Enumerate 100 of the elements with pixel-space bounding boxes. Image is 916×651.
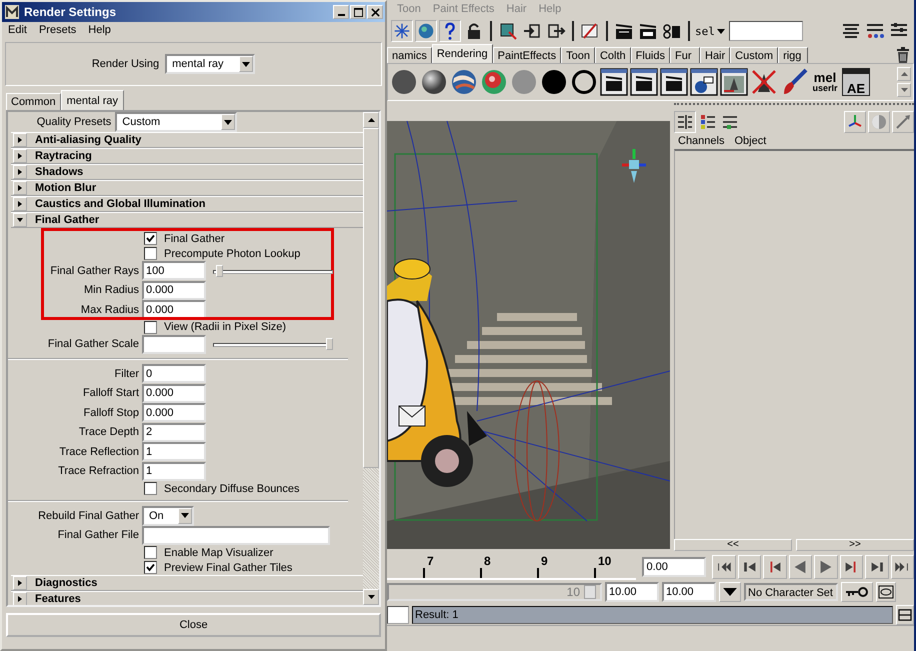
shelf-tab[interactable]: Colth [594, 47, 631, 63]
number-field[interactable]: 0.000 [142, 300, 206, 320]
pin-icon[interactable] [892, 111, 914, 133]
quality-presets-dropdown[interactable]: Custom [115, 112, 238, 132]
expand-toggle[interactable] [13, 213, 27, 227]
shelf-tab[interactable]: PaintEffects [492, 47, 562, 63]
solid-disc-icon[interactable] [540, 68, 568, 96]
section-header[interactable]: Anti-aliasing Quality [11, 132, 363, 148]
shelf-tab[interactable]: Fur [670, 47, 700, 63]
close-button[interactable] [367, 5, 383, 19]
playback-button[interactable] [712, 555, 736, 579]
expand-toggle[interactable] [13, 133, 27, 147]
shelf-scroll-down-button[interactable] [897, 83, 911, 97]
number-field[interactable]: 1 [142, 442, 206, 462]
shelf-tab[interactable]: rigg [778, 47, 808, 63]
trash-icon[interactable] [896, 47, 910, 63]
shelf-tab[interactable]: Rendering [432, 44, 493, 63]
number-field[interactable]: 0.000 [142, 403, 206, 422]
start-time-field[interactable]: 10.00 [605, 582, 659, 602]
shelf-tab[interactable]: Fluids [630, 47, 670, 63]
number-field[interactable]: 0.000 [142, 384, 206, 403]
light-window-icon[interactable] [690, 68, 718, 96]
expand-toggle[interactable] [13, 592, 27, 605]
number-field[interactable]: 100 [142, 261, 206, 280]
expand-toggle[interactable] [13, 149, 27, 163]
checkbox[interactable] [144, 546, 157, 559]
menu-item[interactable]: Channels [678, 135, 724, 147]
playback-button[interactable] [890, 555, 914, 579]
shelf-tab[interactable]: Hair [700, 47, 730, 63]
ring-icon[interactable] [570, 68, 598, 96]
striped-sphere-icon[interactable] [450, 68, 478, 96]
maximize-button[interactable] [350, 5, 366, 19]
shelf-script-button[interactable]: mel userIr [810, 71, 840, 93]
expand-toggle[interactable] [13, 576, 27, 590]
number-field[interactable]: 0 [142, 364, 206, 384]
section-header[interactable]: Caustics and Global Illumination [11, 196, 363, 212]
shelf-script-button[interactable]: AE [842, 68, 870, 96]
command-line-field[interactable] [387, 606, 409, 624]
menu-item[interactable]: Edit [8, 24, 27, 38]
playback-button[interactable] [814, 555, 838, 579]
section-header[interactable]: Shadows [11, 164, 363, 180]
checkbox[interactable] [144, 482, 157, 495]
sphere-icon[interactable] [390, 68, 418, 96]
sparkle-icon[interactable] [391, 20, 413, 42]
range-handle[interactable] [584, 585, 596, 599]
selection-field[interactable] [728, 21, 803, 41]
tab[interactable]: mental ray [60, 90, 124, 110]
current-time-field[interactable]: 0.00 [642, 557, 706, 577]
auto-key-button[interactable] [840, 582, 873, 602]
scroll-button[interactable]: << [674, 539, 792, 551]
file-field[interactable] [142, 526, 330, 545]
character-set-menu[interactable]: No Character Set [744, 583, 838, 601]
minimize-button[interactable] [333, 5, 349, 19]
help-icon[interactable] [439, 20, 461, 42]
checkbox[interactable] [144, 561, 157, 574]
number-field[interactable]: 0.000 [142, 280, 206, 300]
checkbox[interactable] [144, 320, 157, 334]
shader-window-icon[interactable] [720, 68, 748, 96]
expand-toggle[interactable] [13, 181, 27, 195]
sphere-icon[interactable] [420, 68, 448, 96]
number-field[interactable]: 1 [142, 462, 206, 481]
tab[interactable]: Common [6, 93, 61, 110]
range-menu-button[interactable] [719, 582, 741, 602]
time-ruler[interactable]: 7 8 9 10 [387, 554, 636, 580]
close-dialog-button[interactable]: Close [6, 613, 381, 637]
slider-thumb[interactable] [216, 264, 224, 277]
color-sphere-icon[interactable] [480, 68, 508, 96]
checkbox[interactable] [144, 247, 157, 260]
section-header[interactable]: Features [11, 591, 363, 605]
number-field[interactable]: 2 [142, 422, 206, 442]
scrollbar-thumb[interactable] [363, 128, 379, 468]
render-window-icon[interactable] [600, 68, 628, 96]
slider[interactable] [213, 264, 333, 277]
channel-list-icon[interactable] [674, 111, 696, 133]
section-header[interactable]: Motion Blur [11, 180, 363, 196]
globe-icon[interactable] [415, 20, 437, 42]
crossed-paint-tool-icon[interactable] [750, 68, 778, 96]
menu-item[interactable]: Help [88, 24, 111, 38]
section-header[interactable]: Diagnostics [11, 575, 363, 591]
playback-button[interactable] [738, 555, 762, 579]
scroll-down-button[interactable] [363, 589, 379, 605]
expand-toggle[interactable] [13, 197, 27, 211]
layer-list-icon[interactable] [698, 112, 718, 132]
batch-window-icon[interactable] [660, 68, 688, 96]
expand-toggle[interactable] [13, 165, 27, 179]
menu-item[interactable]: Presets [38, 24, 76, 38]
playback-button[interactable] [840, 555, 864, 579]
end-time-field[interactable]: 10.00 [662, 582, 716, 602]
shelf-tab[interactable]: Custom [730, 47, 778, 63]
playback-button[interactable] [763, 555, 787, 579]
ipr-window-icon[interactable] [630, 68, 658, 96]
rebuild-dropdown[interactable]: On [142, 506, 194, 526]
scrollbar[interactable] [363, 112, 379, 605]
renderer-dropdown[interactable]: mental ray [165, 54, 256, 74]
scroll-up-button[interactable] [363, 112, 379, 128]
section-header[interactable]: Final Gather [11, 212, 363, 228]
shelf-tab[interactable]: Toon [561, 47, 595, 63]
playback-button[interactable] [788, 555, 812, 579]
checkbox[interactable] [144, 232, 157, 245]
selection-mode-label[interactable]: sel [695, 24, 715, 38]
